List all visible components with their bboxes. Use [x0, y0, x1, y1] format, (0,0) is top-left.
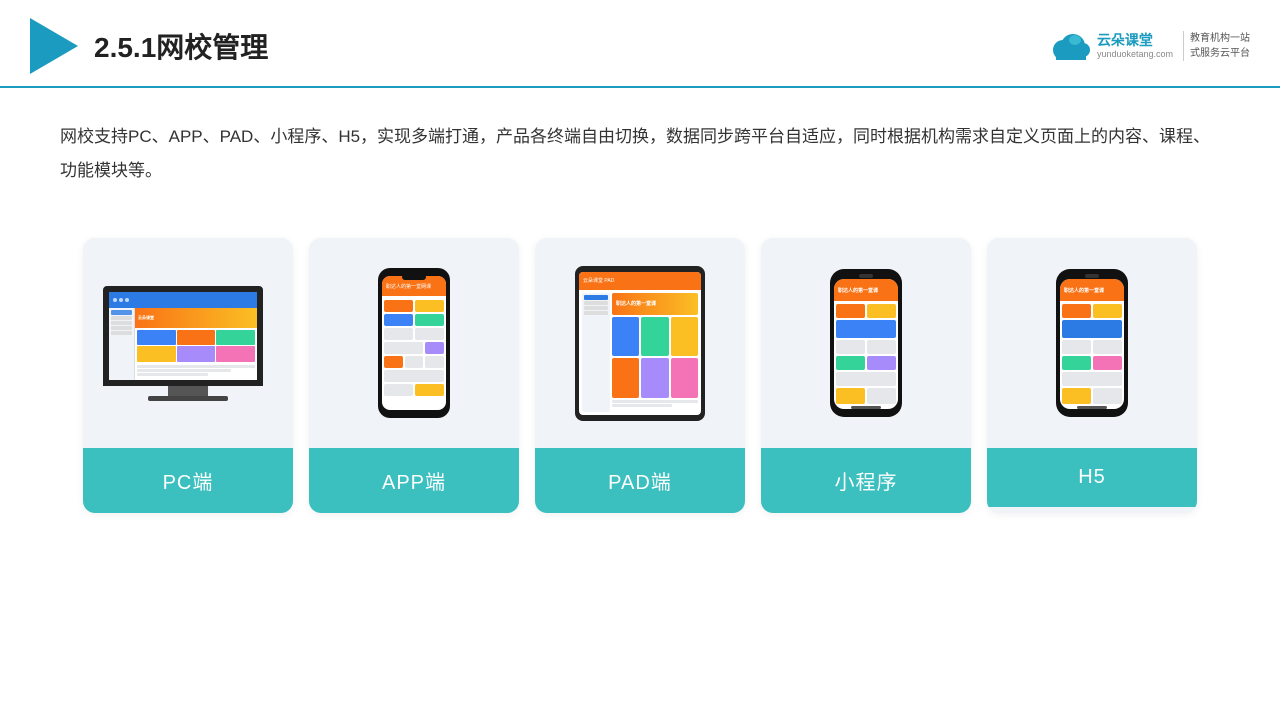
brand-url: yunduoketang.com — [1097, 49, 1173, 60]
brand-text: 云朵课堂 yunduoketang.com — [1097, 32, 1173, 60]
brand-name: 云朵课堂 — [1097, 32, 1153, 49]
page-header: 2.5.1网校管理 云朵课堂 yunduoketang.com 教育机构一站 式… — [0, 0, 1280, 88]
miniapp-phone-mockup: 职达人的第一堂课 — [830, 269, 902, 417]
card-h5: 职达人的第一堂课 — [987, 238, 1197, 513]
brand-slogan: 教育机构一站 式服务云平台 — [1183, 31, 1250, 61]
card-app: 职达人的第一堂网课 — [309, 238, 519, 513]
smartphone-camera — [859, 274, 873, 278]
card-mini: 职达人的第一堂课 — [761, 238, 971, 513]
card-mini-label: 小程序 — [761, 448, 971, 513]
description-text: 网校支持PC、APP、PAD、小程序、H5，实现多端打通，产品各终端自由切换，数… — [0, 88, 1280, 208]
card-pad-label: PAD端 — [535, 448, 745, 513]
app-phone-screen: 职达人的第一堂网课 — [382, 276, 446, 410]
page-title: 2.5.1网校管理 — [94, 26, 268, 66]
pc-mockup: 云朵课堂 — [103, 286, 273, 401]
header-right: 云朵课堂 yunduoketang.com 教育机构一站 式服务云平台 — [1047, 30, 1250, 62]
phone-notch — [402, 274, 426, 280]
tablet-screen: 云朵课堂 PAD 职达人的第一堂课 — [579, 272, 701, 415]
h5-phone-mockup: 职达人的第一堂课 — [1056, 269, 1128, 417]
h5-image-area: 职达人的第一堂课 — [987, 238, 1197, 448]
app-image-area: 职达人的第一堂网课 — [309, 238, 519, 448]
pc-image-area: 云朵课堂 — [83, 238, 293, 448]
logo-triangle-icon — [30, 18, 78, 74]
card-pad: 云朵课堂 PAD 职达人的第一堂课 — [535, 238, 745, 513]
card-pc-label: PC端 — [83, 448, 293, 513]
h5-screen: 职达人的第一堂课 — [1060, 279, 1124, 409]
card-h5-label: H5 — [987, 448, 1197, 507]
header-left: 2.5.1网校管理 — [30, 18, 268, 74]
card-pc: 云朵课堂 — [83, 238, 293, 513]
miniapp-screen: 职达人的第一堂课 — [834, 279, 898, 409]
pc-screen: 云朵课堂 — [103, 286, 263, 386]
brand-logo: 云朵课堂 yunduoketang.com 教育机构一站 式服务云平台 — [1047, 30, 1250, 62]
pad-image-area: 云朵课堂 PAD 职达人的第一堂课 — [535, 238, 745, 448]
tablet-mockup: 云朵课堂 PAD 职达人的第一堂课 — [575, 266, 705, 421]
cloud-icon — [1047, 30, 1091, 62]
app-phone-mockup: 职达人的第一堂网课 — [378, 268, 450, 418]
cards-container: 云朵课堂 — [0, 218, 1280, 543]
mini-image-area: 职达人的第一堂课 — [761, 238, 971, 448]
card-app-label: APP端 — [309, 448, 519, 513]
h5-smartphone-camera — [1085, 274, 1099, 278]
